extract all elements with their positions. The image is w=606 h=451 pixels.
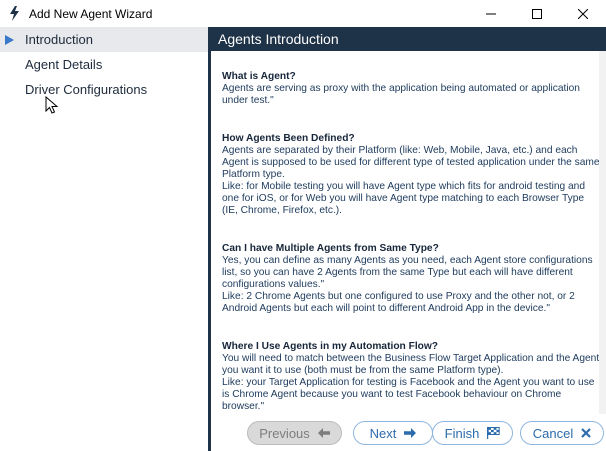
close-icon	[578, 8, 588, 19]
mouse-cursor-icon	[45, 96, 59, 114]
previous-button[interactable]: Previous	[247, 421, 342, 445]
minimize-button[interactable]	[468, 0, 514, 27]
close-button[interactable]	[560, 0, 606, 27]
arrow-left-icon	[317, 428, 330, 438]
sidebar-item-label: Introduction	[25, 32, 93, 47]
minimize-icon	[486, 13, 496, 14]
wizard-footer: Previous Next Finish Cancel	[211, 414, 606, 451]
sidebar-item-label: Agent Details	[25, 57, 103, 72]
section-body: Agents are serving as proxy with the app…	[222, 83, 580, 106]
section-title: Where I Use Agents in my Automation Flow…	[222, 341, 439, 352]
section-what-is-agent: What is Agent? Agents are serving as pro…	[222, 71, 606, 107]
section-multiple-agents: Can I have Multiple Agents from Same Typ…	[222, 243, 606, 315]
checkered-flag-icon	[487, 427, 501, 439]
section-body: You will need to match between the Busin…	[222, 353, 600, 412]
main-panel: Agents Introduction What is Agent? Agent…	[211, 27, 606, 451]
content-scrollbar[interactable]	[599, 51, 606, 414]
section-body: Yes, you can define as many Agents as yo…	[222, 255, 593, 314]
section-title: What is Agent?	[222, 71, 296, 82]
close-icon	[581, 428, 592, 438]
section-how-agents-defined: How Agents Been Defined? Agents are sepa…	[222, 133, 606, 217]
section-where-use-agents: Where I Use Agents in my Automation Flow…	[222, 341, 606, 413]
finish-button[interactable]: Finish	[432, 421, 513, 445]
window-title: Add New Agent Wizard	[29, 6, 153, 21]
cancel-button-label: Cancel	[532, 425, 574, 441]
section-body: Agents are separated by their Platform (…	[222, 145, 600, 216]
previous-button-label: Previous	[259, 425, 310, 441]
title-bar: Add New Agent Wizard	[0, 0, 606, 27]
cancel-button[interactable]: Cancel	[520, 421, 604, 445]
maximize-button[interactable]	[514, 0, 560, 27]
sidebar-item-driver-configurations[interactable]: Driver Configurations	[0, 77, 208, 102]
current-step-arrow-icon	[5, 35, 14, 45]
page-title: Agents Introduction	[211, 27, 606, 51]
next-button[interactable]: Next	[353, 421, 433, 445]
sidebar-item-agent-details[interactable]: Agent Details	[0, 52, 208, 77]
window-controls	[468, 0, 606, 27]
section-title: How Agents Been Defined?	[222, 133, 355, 144]
finish-button-label: Finish	[444, 425, 480, 441]
wizard-steps-sidebar: Introduction Agent Details Driver Config…	[0, 27, 208, 451]
maximize-icon	[532, 8, 542, 19]
sidebar-item-label: Driver Configurations	[25, 82, 148, 97]
lightning-bolt-icon	[7, 6, 21, 22]
introduction-content: What is Agent? Agents are serving as pro…	[211, 51, 606, 414]
next-button-label: Next	[369, 425, 397, 441]
section-title: Can I have Multiple Agents from Same Typ…	[222, 243, 439, 254]
arrow-right-icon	[404, 428, 417, 438]
sidebar-item-introduction[interactable]: Introduction	[0, 27, 208, 52]
